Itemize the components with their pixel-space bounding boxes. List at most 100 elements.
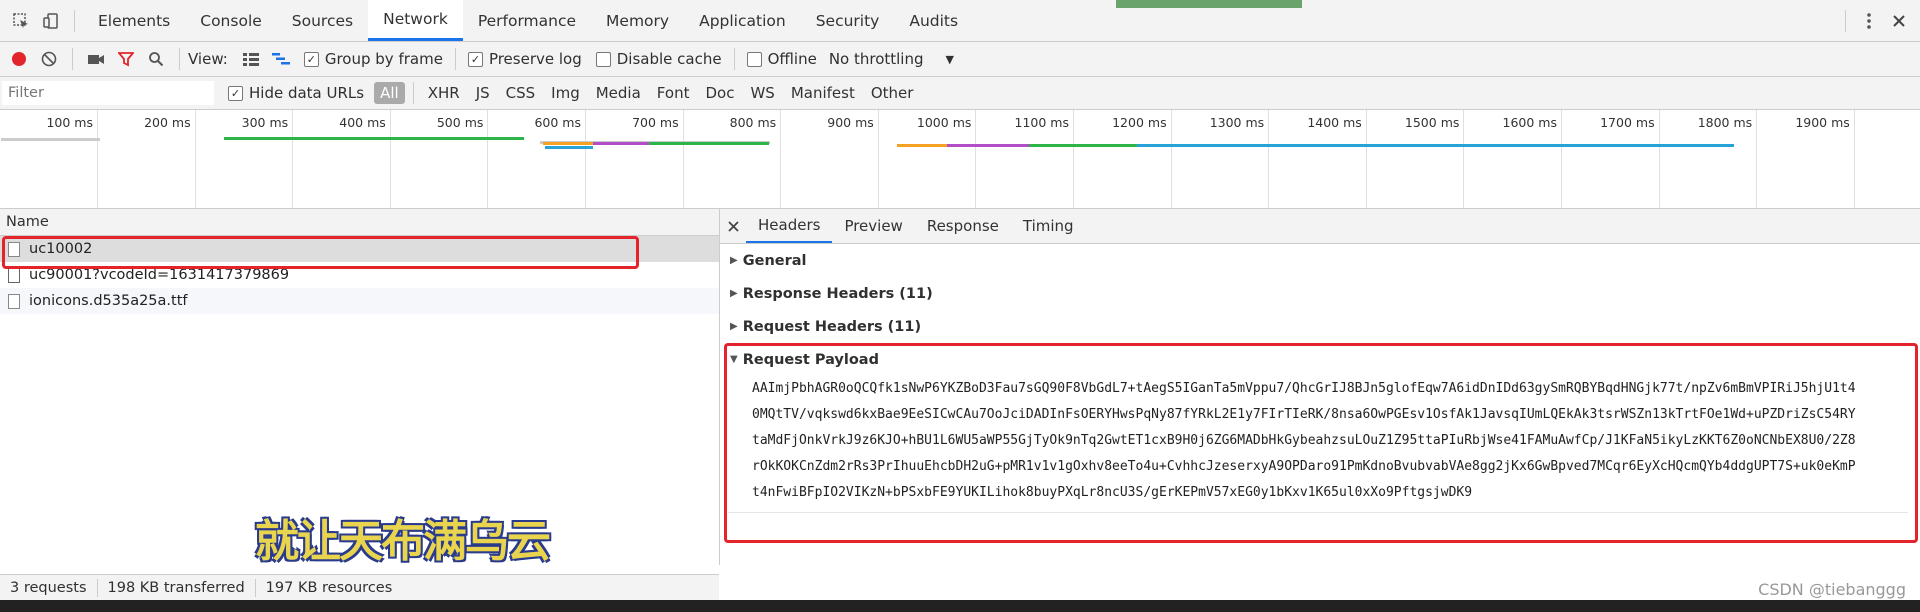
overview-gridline <box>1756 110 1758 208</box>
tab-application[interactable]: Application <box>684 0 801 41</box>
filter-input[interactable] <box>2 81 214 105</box>
overview-gridline <box>780 110 782 208</box>
filter-bar: ✓ Hide data URLs All XHR JS CSS Img Medi… <box>0 77 1920 110</box>
search-icon[interactable] <box>141 44 171 74</box>
tab-network[interactable]: Network <box>368 0 463 41</box>
filter-icon[interactable] <box>111 44 141 74</box>
section-response-headers[interactable]: ▶ Response Headers (11) <box>720 277 1920 310</box>
requests-count: 3 requests <box>10 580 87 596</box>
overlay-caption: 就让天布满乌云 <box>255 516 551 567</box>
filter-type-doc[interactable]: Doc <box>699 82 740 104</box>
close-icon[interactable] <box>1884 6 1914 36</box>
name-column-header[interactable]: Name <box>0 209 719 236</box>
inspect-element-icon[interactable] <box>6 6 36 36</box>
section-title: General <box>742 252 807 269</box>
filter-type-ws[interactable]: WS <box>744 82 780 104</box>
disable-cache-checkbox[interactable] <box>595 51 611 67</box>
capture-screenshots-icon[interactable] <box>81 44 111 74</box>
section-general[interactable]: ▶ General <box>720 244 1920 277</box>
filter-type-xhr[interactable]: XHR <box>422 82 466 104</box>
overview-gridline <box>487 110 489 208</box>
tab-performance[interactable]: Performance <box>463 0 591 41</box>
waterfall-icon[interactable] <box>266 44 296 74</box>
offline-checkbox[interactable] <box>746 51 762 67</box>
view-label: View: <box>188 50 228 68</box>
document-icon <box>8 267 20 283</box>
offline-label: Offline <box>767 50 817 68</box>
tab-console[interactable]: Console <box>185 0 277 41</box>
tab-response[interactable]: Response <box>915 209 1011 243</box>
resources-size: 197 KB resources <box>265 580 393 596</box>
overview-gridline <box>1561 110 1562 208</box>
more-options-icon[interactable] <box>1854 6 1884 36</box>
overview-tick-label: 1900 ms <box>1795 115 1850 130</box>
overview-gridline <box>1170 110 1172 208</box>
overview-gridline <box>975 110 977 208</box>
overview-tick-label: 1700 ms <box>1600 115 1655 130</box>
filter-type-manifest[interactable]: Manifest <box>785 82 861 104</box>
overview-tick-label: 600 ms <box>534 115 581 130</box>
highlight-box-request <box>2 236 639 269</box>
overview-tick-label: 300 ms <box>241 115 289 130</box>
preserve-log-checkbox[interactable]: ✓ <box>467 51 483 67</box>
filter-type-font[interactable]: Font <box>651 82 696 104</box>
overview-tick-label: 1000 ms <box>916 115 972 130</box>
filter-type-img[interactable]: Img <box>545 82 586 104</box>
filter-type-all[interactable]: All <box>374 82 405 104</box>
section-title: Request Headers (11) <box>742 318 922 335</box>
overview-tick-label: 400 ms <box>339 115 386 130</box>
hide-data-urls-checkbox[interactable]: ✓ <box>228 85 243 101</box>
section-request-headers[interactable]: ▶ Request Headers (11) <box>720 310 1920 343</box>
overview-tick-label: 1400 ms <box>1307 115 1362 130</box>
overview-tick-label: 1200 ms <box>1112 115 1167 130</box>
group-by-frame-checkbox[interactable]: ✓ <box>303 51 319 67</box>
overview-tick-label: 1800 ms <box>1697 115 1753 130</box>
tab-preview[interactable]: Preview <box>832 209 914 243</box>
chevron-down-icon[interactable]: ▼ <box>946 53 954 66</box>
tab-memory[interactable]: Memory <box>591 0 684 41</box>
hide-data-urls-label: Hide data URLs <box>249 84 365 102</box>
filter-type-other[interactable]: Other <box>865 82 920 104</box>
network-overview[interactable]: 100 ms 200 ms 300 ms 400 ms 500 ms 600 ms 700 … <box>0 110 1920 209</box>
device-toolbar-icon[interactable] <box>36 6 66 36</box>
clear-icon[interactable] <box>34 44 64 74</box>
overview-gridline <box>194 110 196 208</box>
overview-tick-label: 1600 ms <box>1502 115 1557 130</box>
preserve-log-label: Preserve log <box>488 50 582 68</box>
group-by-frame-label: Group by frame <box>324 50 443 68</box>
network-status-bar: 3 requests 198 KB transferred 197 KB res… <box>0 574 719 601</box>
tab-headers[interactable]: Headers <box>746 209 833 243</box>
overview-gridline <box>389 110 391 208</box>
overview-tick-label: 1500 ms <box>1404 115 1460 130</box>
tab-sources[interactable]: Sources <box>277 0 368 41</box>
page-background-strip <box>1088 0 1588 8</box>
tab-timing[interactable]: Timing <box>1011 209 1086 243</box>
tab-elements[interactable]: Elements <box>83 0 185 41</box>
close-details-icon[interactable] <box>720 211 746 241</box>
overview-gridline <box>1658 110 1660 208</box>
tab-audits[interactable]: Audits <box>894 0 973 41</box>
throttling-select[interactable]: No throttling <box>829 50 924 68</box>
section-title: Response Headers (11) <box>742 285 933 302</box>
overview-gridline <box>1853 110 1855 208</box>
request-row[interactable]: ionicons.d535a25a.ttf <box>0 288 719 314</box>
filter-type-js[interactable]: JS <box>470 82 496 104</box>
filter-type-media[interactable]: Media <box>590 82 647 104</box>
tab-security[interactable]: Security <box>801 0 895 41</box>
transferred-size: 198 KB transferred <box>107 580 245 596</box>
details-tabbar: Headers Preview Response Timing <box>720 209 1920 244</box>
overview-tick-label: 1100 ms <box>1014 115 1069 130</box>
overview-tick-label: 800 ms <box>729 115 777 130</box>
triangle-right-icon: ▶ <box>730 321 738 332</box>
record-icon[interactable] <box>4 44 34 74</box>
watermark: CSDN @tiebanggg <box>1758 580 1906 599</box>
large-rows-icon[interactable] <box>236 44 266 74</box>
overview-gridline <box>682 110 684 208</box>
devtools-tabbar: Elements Console Sources Network Perform… <box>0 0 1920 42</box>
taskbar-strip <box>0 600 1920 612</box>
request-name: uc90001?vcodeId=1631417379869 <box>29 267 290 283</box>
request-name: ionicons.d535a25a.ttf <box>29 293 188 309</box>
highlight-box-payload <box>724 343 1918 543</box>
overview-tick-label: 100 ms <box>46 115 93 130</box>
filter-type-css[interactable]: CSS <box>500 82 542 104</box>
